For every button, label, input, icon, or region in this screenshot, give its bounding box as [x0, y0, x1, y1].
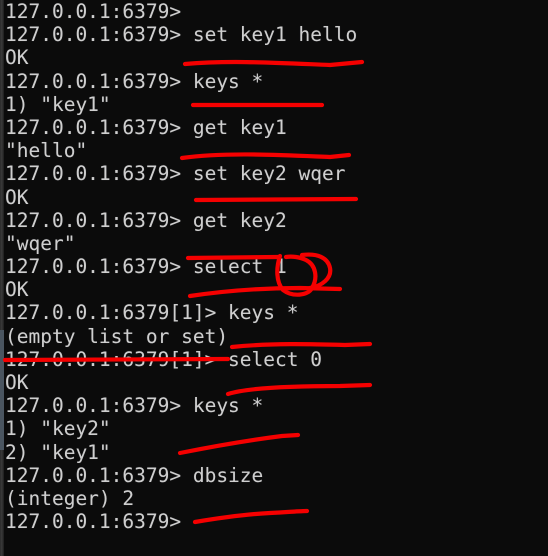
terminal-line-prompt-command: 127.0.0.1:6379> keys *: [5, 69, 264, 93]
terminal-line-output: 2) "key1": [5, 440, 111, 464]
terminal-line-output: 1) "key2": [5, 417, 111, 441]
terminal-line-output: OK: [5, 371, 29, 394]
terminal-line-prompt-command: 127.0.0.1:6379> get key2: [5, 208, 287, 232]
terminal-window: 127.0.0.1:6379> 127.0.0.1:6379> set key1 …: [0, 0, 548, 556]
terminal-line-prompt-command: 127.0.0.1:6379> set key2 wqer: [5, 162, 346, 186]
terminal-line-output: (integer) 2: [5, 486, 135, 510]
terminal-line-prompt: 127.0.0.1:6379>: [5, 0, 182, 23]
terminal-line-prompt-command: 127.0.0.1:6379[1]> keys *: [5, 301, 299, 325]
terminal-line-output: OK: [5, 46, 29, 70]
scrollbar-thumb[interactable]: [0, 330, 4, 450]
terminal-line-prompt-command: 127.0.0.1:6379> select 1: [5, 255, 287, 279]
terminal-line-prompt-command: 127.0.0.1:6379> dbsize: [5, 463, 264, 487]
terminal-line-output: "hello": [5, 139, 88, 163]
terminal-line-prompt: 127.0.0.1:6379>: [5, 510, 182, 534]
terminal-line-output: (empty list or set): [5, 324, 229, 348]
terminal-line-output: OK: [5, 278, 29, 302]
terminal-output-area[interactable]: 127.0.0.1:6379> 127.0.0.1:6379> set key1 …: [5, 0, 548, 556]
terminal-line-prompt-command: 127.0.0.1:6379[1]> select 0: [5, 347, 322, 371]
terminal-line-output: OK: [5, 185, 29, 209]
terminal-line-output: 1) "key1": [5, 92, 111, 116]
window-left-edge-strip: [0, 0, 4, 556]
terminal-line-output: "wqer": [5, 231, 76, 255]
terminal-line-prompt-command: 127.0.0.1:6379> get key1: [5, 115, 287, 139]
terminal-line-prompt-command: 127.0.0.1:6379> set key1 hello: [5, 23, 358, 47]
terminal-line-prompt-command: 127.0.0.1:6379> keys *: [5, 394, 264, 418]
